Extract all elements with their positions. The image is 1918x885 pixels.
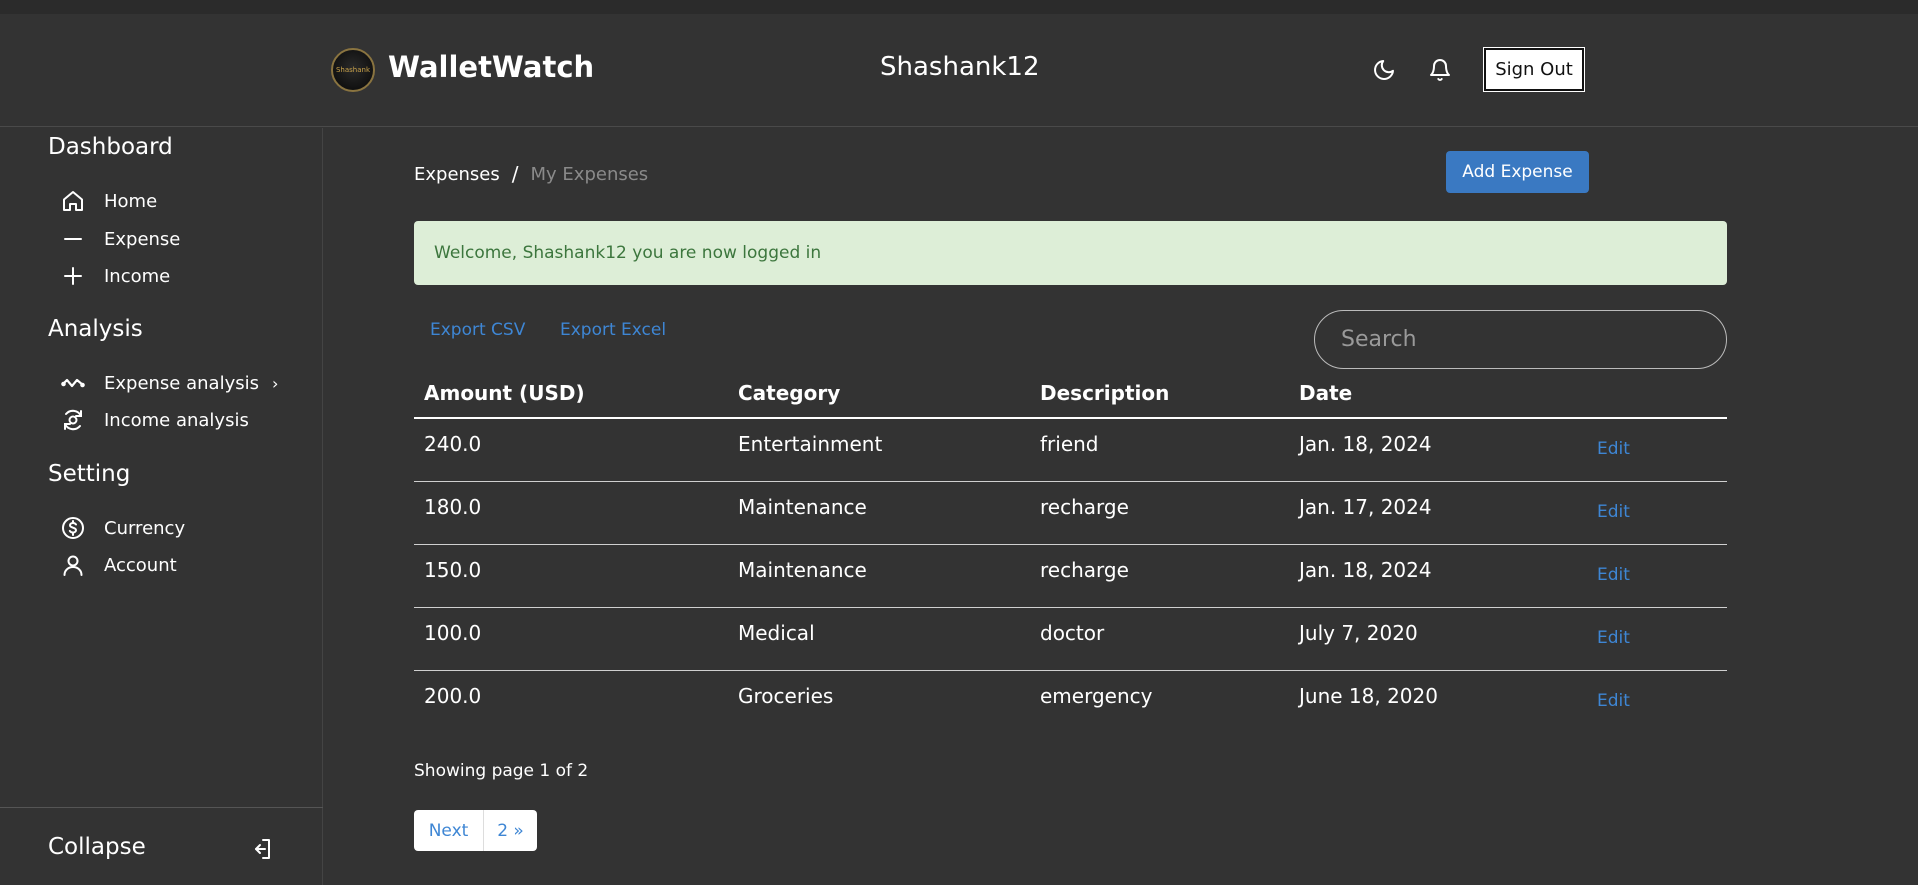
- column-header-category: Category: [738, 381, 841, 405]
- sidebar-item-income[interactable]: Income: [60, 261, 300, 291]
- cell-category: Groceries: [738, 684, 834, 708]
- minus-icon: [60, 226, 86, 252]
- edit-link[interactable]: Edit: [1597, 502, 1630, 522]
- expenses-table: Amount (USD) Category Description Date 2…: [414, 375, 1727, 734]
- logo-text: Shashank: [335, 66, 371, 74]
- column-header-description: Description: [1040, 381, 1170, 405]
- export-excel-link[interactable]: Export Excel: [560, 320, 666, 340]
- edit-link[interactable]: Edit: [1597, 628, 1630, 648]
- dollar-circle-icon: [60, 515, 86, 541]
- pagination: Next 2 »: [414, 810, 537, 851]
- collapse-button[interactable]: Collapse: [48, 834, 146, 860]
- user-icon: [60, 552, 86, 578]
- table-row: 200.0 Groceries emergency June 18, 2020 …: [414, 671, 1727, 734]
- sidebar-item-label: Expense: [104, 228, 181, 250]
- collapse-icon[interactable]: [246, 834, 276, 864]
- cell-category: Maintenance: [738, 495, 867, 519]
- breadcrumb-expenses-link[interactable]: Expenses: [414, 164, 500, 185]
- welcome-alert: Welcome, Shashank12 you are now logged i…: [414, 221, 1727, 285]
- cell-date: June 18, 2020: [1299, 684, 1438, 708]
- table-row: 100.0 Medical doctor July 7, 2020 Edit: [414, 608, 1727, 671]
- brand-logo[interactable]: Shashank: [331, 48, 375, 92]
- home-icon: [60, 188, 86, 214]
- sidebar-section-analysis: Analysis: [48, 316, 143, 342]
- cell-category: Maintenance: [738, 558, 867, 582]
- wave-icon: [60, 370, 86, 396]
- sign-out-button[interactable]: Sign Out: [1483, 47, 1585, 92]
- username-label: Shashank12: [880, 52, 1040, 82]
- cell-category: Medical: [738, 621, 815, 645]
- cell-date: Jan. 18, 2024: [1299, 432, 1432, 456]
- bell-icon[interactable]: [1426, 56, 1454, 84]
- add-expense-button[interactable]: Add Expense: [1446, 151, 1589, 193]
- cell-category: Entertainment: [738, 432, 883, 456]
- sidebar-item-label: Expense analysis: [104, 372, 259, 394]
- sidebar: Dashboard Home Expense Income Analysis E…: [0, 128, 323, 885]
- sidebar-item-label: Currency: [104, 517, 186, 539]
- sidebar-item-label: Account: [104, 554, 177, 576]
- chevron-right-icon[interactable]: ›: [272, 374, 278, 393]
- cell-amount: 150.0: [424, 558, 482, 582]
- top-strip: [0, 0, 1918, 14]
- search-input[interactable]: [1314, 310, 1727, 369]
- cell-date: Jan. 17, 2024: [1299, 495, 1432, 519]
- pagination-page-2-button[interactable]: 2 »: [484, 810, 537, 851]
- edit-link[interactable]: Edit: [1597, 565, 1630, 585]
- export-csv-link[interactable]: Export CSV: [430, 320, 525, 340]
- sidebar-item-expense-analysis[interactable]: Expense analysis ›: [60, 368, 300, 398]
- cell-description: emergency: [1040, 684, 1153, 708]
- column-header-amount: Amount (USD): [424, 381, 585, 405]
- sidebar-collapse-bar: Collapse: [0, 807, 323, 885]
- table-row: 150.0 Maintenance recharge Jan. 18, 2024…: [414, 545, 1727, 608]
- sidebar-item-label: Income: [104, 265, 171, 287]
- edit-link[interactable]: Edit: [1597, 439, 1630, 459]
- cell-amount: 200.0: [424, 684, 482, 708]
- brand-name[interactable]: WalletWatch: [388, 50, 594, 84]
- pagination-info: Showing page 1 of 2: [414, 761, 589, 781]
- sidebar-item-currency[interactable]: Currency: [60, 513, 300, 543]
- sidebar-item-label: Home: [104, 190, 158, 212]
- breadcrumb: Expenses / My Expenses: [414, 162, 648, 186]
- breadcrumb-current: My Expenses: [530, 163, 649, 185]
- cell-date: Jan. 18, 2024: [1299, 558, 1432, 582]
- pagination-next-button[interactable]: Next: [414, 810, 484, 851]
- cycle-icon: [60, 407, 86, 433]
- cell-amount: 240.0: [424, 432, 482, 456]
- cell-description: doctor: [1040, 621, 1105, 645]
- breadcrumb-separator: /: [511, 162, 519, 186]
- top-header: Shashank WalletWatch Shashank12 Sign Out: [0, 14, 1918, 127]
- sidebar-section-setting: Setting: [48, 461, 131, 487]
- sidebar-section-dashboard: Dashboard: [48, 134, 173, 160]
- moon-icon[interactable]: [1370, 56, 1398, 84]
- sidebar-item-home[interactable]: Home: [60, 186, 300, 216]
- sidebar-item-income-analysis[interactable]: Income analysis: [60, 405, 300, 435]
- cell-description: recharge: [1040, 495, 1129, 519]
- table-header: Amount (USD) Category Description Date: [414, 375, 1727, 419]
- sidebar-item-account[interactable]: Account: [60, 550, 300, 580]
- column-header-date: Date: [1299, 381, 1353, 405]
- sidebar-item-expense[interactable]: Expense: [60, 224, 300, 254]
- cell-amount: 180.0: [424, 495, 482, 519]
- edit-link[interactable]: Edit: [1597, 691, 1630, 711]
- table-row: 240.0 Entertainment friend Jan. 18, 2024…: [414, 419, 1727, 482]
- cell-description: friend: [1040, 432, 1099, 456]
- cell-description: recharge: [1040, 558, 1129, 582]
- table-row: 180.0 Maintenance recharge Jan. 17, 2024…: [414, 482, 1727, 545]
- cell-date: July 7, 2020: [1299, 621, 1418, 645]
- sidebar-item-label: Income analysis: [104, 409, 249, 431]
- plus-icon: [60, 263, 86, 289]
- cell-amount: 100.0: [424, 621, 482, 645]
